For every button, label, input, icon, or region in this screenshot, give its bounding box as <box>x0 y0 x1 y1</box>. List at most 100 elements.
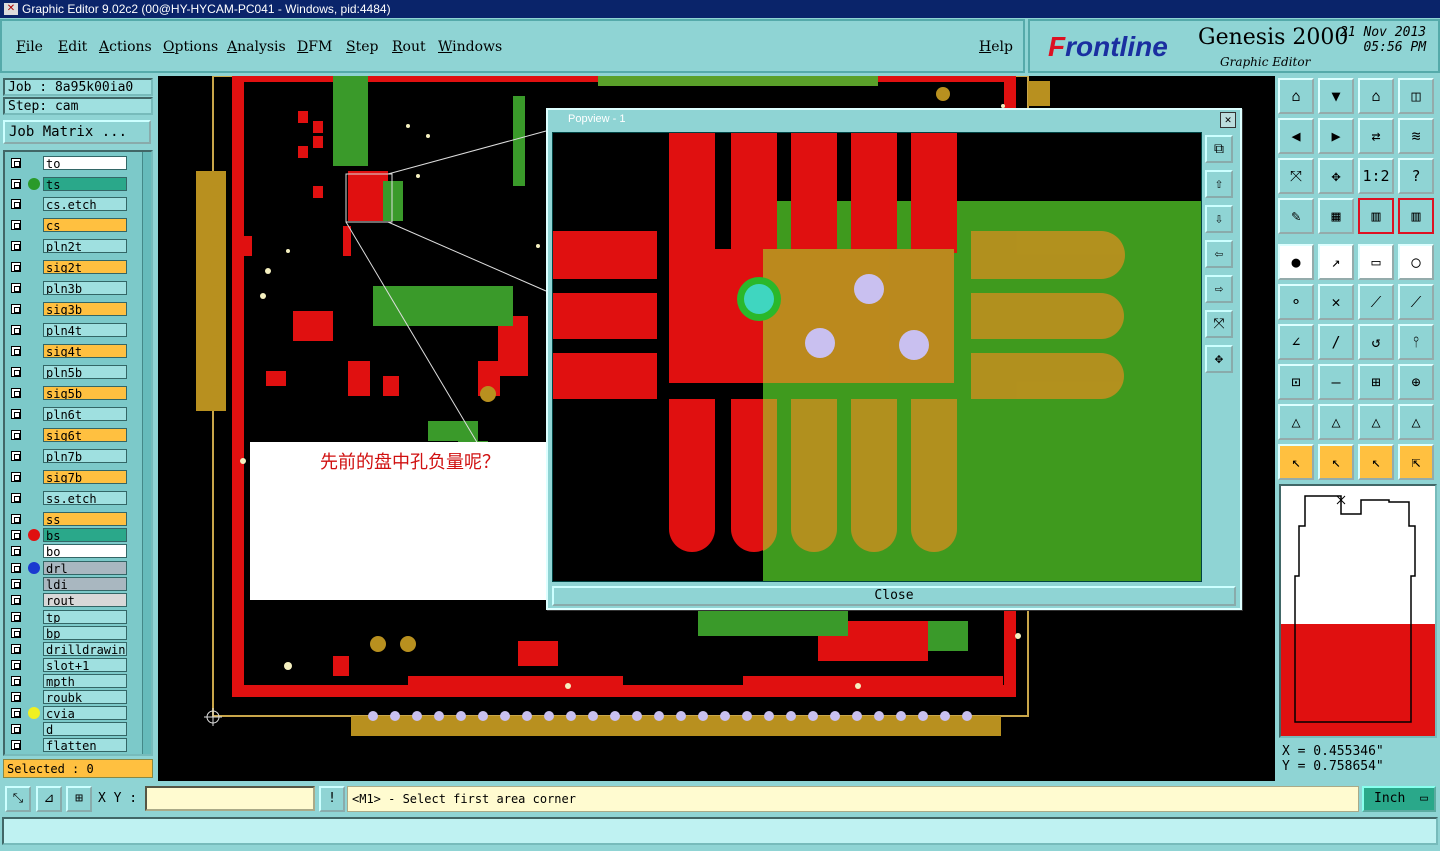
layer-row[interactable]: cs.etch <box>9 197 129 212</box>
layer-checkbox[interactable] <box>11 451 21 461</box>
popview-close-icon[interactable]: ✕ <box>1220 112 1236 128</box>
layer-checkbox[interactable] <box>11 241 21 251</box>
layer-checkbox[interactable] <box>11 325 21 335</box>
tool-button-icon[interactable]: — <box>1318 364 1354 400</box>
tool-button-icon[interactable]: ▼ <box>1318 78 1354 114</box>
pv-fit-icon[interactable]: ⤧ <box>1205 310 1233 338</box>
layer-row[interactable]: pln5b <box>9 365 129 380</box>
layer-checkbox[interactable] <box>11 158 21 168</box>
tool-button-icon[interactable]: ▥ <box>1358 198 1394 234</box>
layer-row[interactable]: cvia <box>9 706 129 721</box>
tool-button-icon[interactable]: ? <box>1398 158 1434 194</box>
layer-row[interactable]: bs <box>9 528 129 543</box>
layer-row[interactable]: d <box>9 722 129 737</box>
layer-checkbox[interactable] <box>11 546 21 556</box>
layer-checkbox[interactable] <box>11 692 21 702</box>
board-minimap[interactable] <box>1279 484 1437 738</box>
pv-center-icon[interactable]: ✥ <box>1205 345 1233 373</box>
tool-button-icon[interactable]: ▶ <box>1318 118 1354 154</box>
layer-checkbox[interactable] <box>11 612 21 622</box>
layer-checkbox[interactable] <box>11 530 21 540</box>
tool-button-icon[interactable]: ⌂ <box>1358 78 1394 114</box>
layer-row[interactable]: sig3b <box>9 302 129 317</box>
layer-row[interactable]: ss.etch <box>9 491 129 506</box>
layer-row[interactable]: mpth <box>9 674 129 689</box>
pv-left-icon[interactable]: ⇦ <box>1205 240 1233 268</box>
pv-up-icon[interactable]: ⇧ <box>1205 170 1233 198</box>
tool-button-icon[interactable]: ⟋ <box>1358 284 1394 320</box>
layer-checkbox[interactable] <box>11 472 21 482</box>
tool-button-icon[interactable]: ⤧ <box>1278 158 1314 194</box>
layer-row[interactable]: bp <box>9 626 129 641</box>
layer-checkbox[interactable] <box>11 724 21 734</box>
layer-checkbox[interactable] <box>11 367 21 377</box>
tool-button-icon[interactable]: ⫯ <box>1398 324 1434 360</box>
tool-button-icon[interactable]: △ <box>1318 404 1354 440</box>
layer-checkbox[interactable] <box>11 579 21 589</box>
layer-row[interactable]: drl <box>9 561 129 576</box>
layer-row[interactable]: flatten <box>9 738 129 753</box>
tool-button-icon[interactable]: ◫ <box>1398 78 1434 114</box>
layer-checkbox[interactable] <box>11 595 21 605</box>
grid-snap-icon[interactable]: ⊞ <box>66 786 92 812</box>
tool-button-icon[interactable]: ↺ <box>1358 324 1394 360</box>
layer-row[interactable]: pln4t <box>9 323 129 338</box>
tool-button-icon[interactable]: ⇱ <box>1398 444 1434 480</box>
tool-button-icon[interactable]: ⌂ <box>1278 78 1314 114</box>
tool-button-icon[interactable]: △ <box>1278 404 1314 440</box>
menu-edit[interactable]: Edit <box>58 39 87 55</box>
layer-row[interactable]: sig2t <box>9 260 129 275</box>
layer-row[interactable]: pln3b <box>9 281 129 296</box>
popview-close-button[interactable]: Close <box>552 586 1236 606</box>
tool-button-icon[interactable]: ↖ <box>1278 444 1314 480</box>
layer-row[interactable]: ss <box>9 512 129 527</box>
layer-row[interactable]: bo <box>9 544 129 559</box>
menu-actions[interactable]: Actions <box>99 39 152 55</box>
tool-button-icon[interactable]: ⊡ <box>1278 364 1314 400</box>
tool-button-icon[interactable]: ⊕ <box>1398 364 1434 400</box>
layer-row[interactable]: ldi <box>9 577 129 592</box>
pv-zoom-icon[interactable]: ⧉ <box>1205 135 1233 163</box>
layer-checkbox[interactable] <box>11 199 21 209</box>
layer-checkbox[interactable] <box>11 346 21 356</box>
tool-button-icon[interactable]: ∠ <box>1278 324 1314 360</box>
tool-button-icon[interactable]: ▭ <box>1358 244 1394 280</box>
layer-checkbox[interactable] <box>11 514 21 524</box>
layer-row[interactable]: to <box>9 156 129 171</box>
tool-button-icon[interactable]: ⊞ <box>1358 364 1394 400</box>
layer-checkbox[interactable] <box>11 388 21 398</box>
tool-button-icon[interactable]: ↗ <box>1318 244 1354 280</box>
zoom-measure-icon[interactable]: ⊿ <box>36 786 62 812</box>
layer-checkbox[interactable] <box>11 283 21 293</box>
layer-row[interactable]: pln7b <box>9 449 129 464</box>
menu-analysis[interactable]: Analysis <box>227 39 286 55</box>
layer-row[interactable]: roubk <box>9 690 129 705</box>
tool-button-icon[interactable]: △ <box>1398 404 1434 440</box>
tool-button-icon[interactable]: ◀ <box>1278 118 1314 154</box>
tool-button-icon[interactable]: △ <box>1358 404 1394 440</box>
layer-checkbox[interactable] <box>11 220 21 230</box>
tool-button-icon[interactable]: ⇄ <box>1358 118 1394 154</box>
menu-rout[interactable]: Rout <box>392 39 426 55</box>
tool-button-icon[interactable]: ⟋ <box>1398 284 1434 320</box>
layer-scrollbar[interactable] <box>142 152 151 754</box>
layer-checkbox[interactable] <box>11 676 21 686</box>
layer-checkbox[interactable] <box>11 660 21 670</box>
tool-button-icon[interactable]: ↖ <box>1358 444 1394 480</box>
layer-checkbox[interactable] <box>11 708 21 718</box>
layer-row[interactable]: pln6t <box>9 407 129 422</box>
tool-button-icon[interactable]: ✥ <box>1318 158 1354 194</box>
tool-button-icon[interactable]: ≋ <box>1398 118 1434 154</box>
job-matrix-button[interactable]: Job Matrix ... <box>3 120 151 144</box>
layer-checkbox[interactable] <box>11 644 21 654</box>
pv-down-icon[interactable]: ⇩ <box>1205 205 1233 233</box>
menu-windows[interactable]: Windows <box>438 39 502 55</box>
menu-help[interactable]: Help <box>979 39 1013 55</box>
layer-checkbox[interactable] <box>11 262 21 272</box>
tool-button-icon[interactable]: / <box>1318 324 1354 360</box>
layer-row[interactable]: sig5b <box>9 386 129 401</box>
tool-button-icon[interactable]: ✎ <box>1278 198 1314 234</box>
layer-row[interactable]: sig4t <box>9 344 129 359</box>
menu-options[interactable]: Options <box>163 39 218 55</box>
tool-button-icon[interactable]: 1:2 <box>1358 158 1394 194</box>
